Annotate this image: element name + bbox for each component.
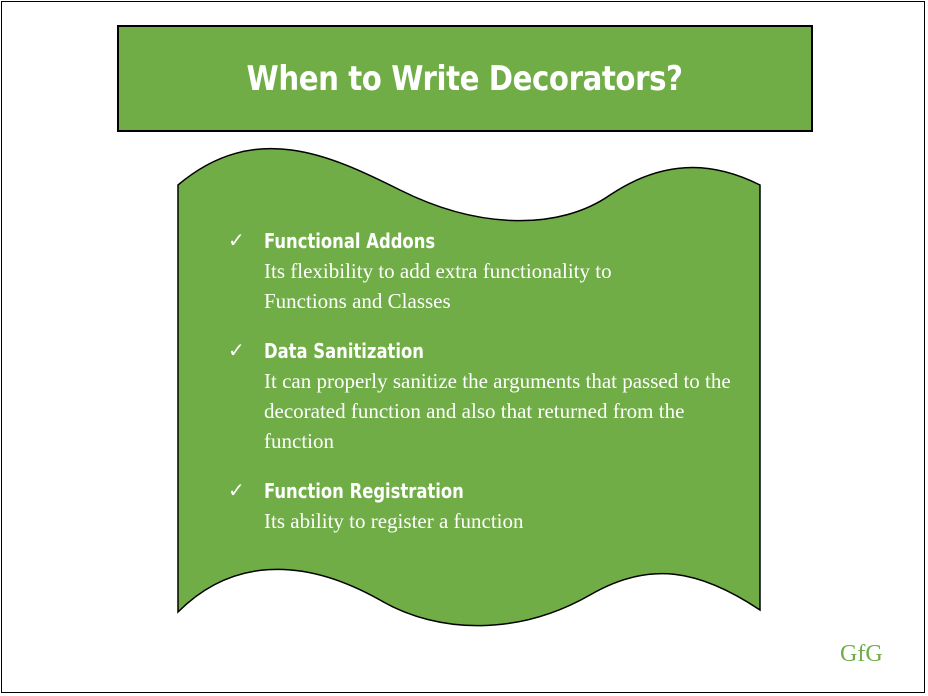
list-item: ✓ Function Registration Its ability to r… (228, 476, 748, 536)
item-heading: Functional Addons (264, 229, 436, 253)
item-heading: Data Sanitization (264, 339, 424, 363)
check-icon: ✓ (228, 338, 245, 362)
item-description: It can properly sanitize the arguments t… (264, 369, 731, 453)
list-item: ✓ Data Sanitization It can properly sani… (228, 336, 748, 456)
check-icon: ✓ (228, 478, 245, 502)
decorator-uses-list: ✓ Functional Addons Its flexibility to a… (228, 226, 748, 556)
item-description: Its ability to register a function (264, 509, 524, 533)
check-icon: ✓ (228, 228, 245, 252)
item-description: Its flexibility to add extra functionali… (264, 259, 612, 313)
gfg-logo: GfG (840, 641, 883, 667)
item-heading: Function Registration (264, 479, 464, 503)
list-item: ✓ Functional Addons Its flexibility to a… (228, 226, 748, 316)
